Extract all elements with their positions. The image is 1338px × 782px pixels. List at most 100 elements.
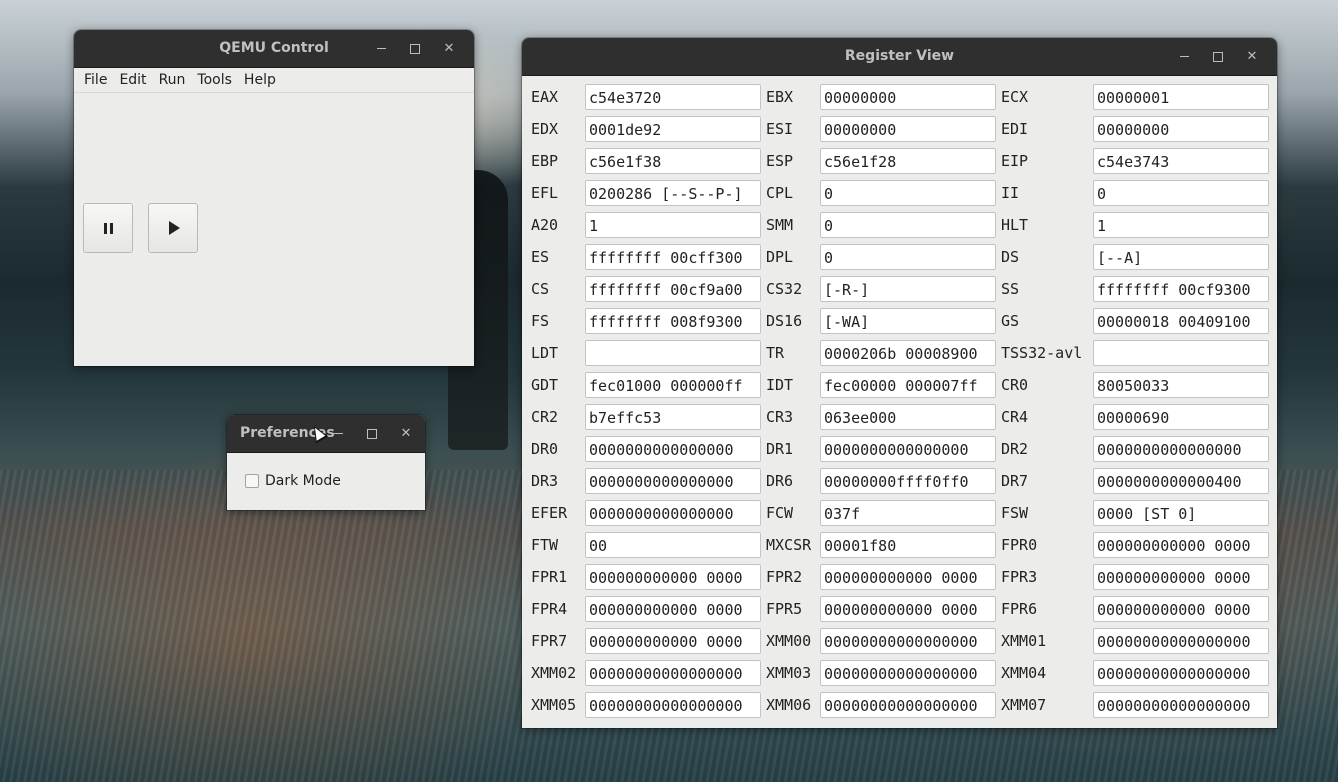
register-value-field[interactable]: 00000000ffff0ff0 [820, 468, 996, 494]
menu-help[interactable]: Help [238, 68, 282, 92]
register-value-field[interactable]: [--A] [1093, 244, 1269, 270]
register-label: FPR5 [766, 600, 803, 618]
register-value-field[interactable]: 1 [1093, 212, 1269, 238]
register-value-field[interactable]: 000000000000 0000 [820, 564, 996, 590]
register-value-field[interactable]: 00000000 [820, 84, 996, 110]
register-value-field[interactable]: 0 [1093, 180, 1269, 206]
register-value-field[interactable]: 0000206b 00008900 [820, 340, 996, 366]
register-value-field[interactable]: 000000000000 0000 [820, 596, 996, 622]
register-label: TR [766, 344, 785, 362]
register-label: FPR7 [531, 632, 568, 650]
register-row: DR3 0000000000000000 DR6 00000000ffff0ff0 DR… [531, 467, 1271, 499]
register-value-field[interactable]: 0000000000000000 [1093, 436, 1269, 462]
minimize-icon [1179, 56, 1189, 57]
dark-mode-option[interactable]: Dark Mode [245, 473, 341, 489]
register-value-field[interactable]: 00000000000000000 [820, 660, 996, 686]
qemu-control-titlebar[interactable]: QEMU Control ✕ [74, 30, 474, 68]
register-value: c56e1f28 [824, 153, 897, 171]
maximize-button[interactable] [355, 422, 389, 446]
register-value-field[interactable]: 00000000000000000 [820, 692, 996, 718]
register-value-field[interactable]: ffffffff 00cff300 [585, 244, 761, 270]
register-label: SS [1001, 280, 1020, 298]
register-value-field[interactable]: 00000000000000000 [820, 628, 996, 654]
register-value-field[interactable]: 0000000000000000 [585, 468, 761, 494]
pause-button[interactable] [83, 203, 133, 253]
register-value: 000000000000 0000 [589, 601, 743, 619]
register-value-field[interactable]: 1 [585, 212, 761, 238]
register-value-field[interactable]: c54e3720 [585, 84, 761, 110]
register-row: XMM02 00000000000000000 XMM03 0000000000000… [531, 659, 1271, 691]
register-value-field[interactable]: 0 [820, 180, 996, 206]
register-value-field[interactable]: 0200286 [--S--P-] [585, 180, 761, 206]
register-value-field[interactable]: [-WA] [820, 308, 996, 334]
register-value-field[interactable]: 00000000 [1093, 116, 1269, 142]
register-value-field[interactable]: [-R-] [820, 276, 996, 302]
register-value: 00000000000000000 [1097, 697, 1251, 715]
minimize-button[interactable] [364, 37, 398, 61]
register-label: XMM03 [766, 664, 812, 682]
close-button[interactable]: ✕ [389, 422, 423, 446]
register-value-field[interactable]: 000000000000 0000 [585, 596, 761, 622]
register-value-field[interactable]: ffffffff 00cf9300 [1093, 276, 1269, 302]
register-value-field[interactable]: 80050033 [1093, 372, 1269, 398]
register-value-field[interactable]: 000000000000 0000 [585, 628, 761, 654]
register-label: DR7 [1001, 472, 1029, 490]
register-value-field[interactable]: 000000000000 0000 [1093, 596, 1269, 622]
register-label: DS [1001, 248, 1020, 266]
register-value-field[interactable]: 0001de92 [585, 116, 761, 142]
register-value-field[interactable]: b7effc53 [585, 404, 761, 430]
register-value-field[interactable]: 00000000000000000 [1093, 660, 1269, 686]
register-value-field[interactable]: 0000000000000000 [820, 436, 996, 462]
register-label: EIP [1001, 152, 1029, 170]
register-value-field[interactable]: c54e3743 [1093, 148, 1269, 174]
register-value-field[interactable]: 0 [820, 212, 996, 238]
register-value-field[interactable]: 00000000000000000 [1093, 692, 1269, 718]
register-value: 00000000 [1097, 121, 1170, 139]
register-value-field[interactable]: 00001f80 [820, 532, 996, 558]
register-value-field[interactable]: 000000000000 0000 [1093, 564, 1269, 590]
close-button[interactable]: ✕ [1235, 45, 1269, 69]
register-value: ffffffff 008f9300 [589, 313, 743, 331]
menu-file[interactable]: File [78, 68, 113, 92]
dark-mode-checkbox[interactable] [245, 474, 259, 488]
minimize-button[interactable] [1167, 45, 1201, 69]
maximize-button[interactable] [1201, 45, 1235, 69]
menu-edit[interactable]: Edit [113, 68, 152, 92]
register-label: ES [531, 248, 550, 266]
register-value-field[interactable]: 00000690 [1093, 404, 1269, 430]
register-value-field[interactable]: 0 [820, 244, 996, 270]
register-value-field[interactable]: fec00000 000007ff [820, 372, 996, 398]
register-value: 0 [824, 249, 834, 267]
register-value-field[interactable]: 00000000000000000 [585, 692, 761, 718]
qemu-control-window: QEMU Control ✕ File Edit Run Tools Help [74, 30, 474, 366]
register-value-field[interactable]: 00000000000000000 [585, 660, 761, 686]
close-button[interactable]: ✕ [432, 37, 466, 61]
register-value-field[interactable]: 0000000000000000 [585, 436, 761, 462]
register-value-field[interactable]: 00 [585, 532, 761, 558]
register-value-field[interactable]: 00000000000000000 [1093, 628, 1269, 654]
register-value-field[interactable]: c56e1f38 [585, 148, 761, 174]
maximize-button[interactable] [398, 37, 432, 61]
register-value-field[interactable]: c56e1f28 [820, 148, 996, 174]
register-value-field[interactable]: ffffffff 008f9300 [585, 308, 761, 334]
register-value-field[interactable]: ffffffff 00cf9a00 [585, 276, 761, 302]
register-value-field[interactable]: 000000000000 0000 [585, 564, 761, 590]
register-value-field[interactable]: 00000001 [1093, 84, 1269, 110]
register-value-field[interactable]: 0000000000000400 [1093, 468, 1269, 494]
register-value-field[interactable] [1093, 340, 1269, 366]
menu-run[interactable]: Run [153, 68, 192, 92]
register-value-field[interactable]: 063ee000 [820, 404, 996, 430]
register-value-field[interactable]: fec01000 000000ff [585, 372, 761, 398]
register-value-field[interactable]: 037f [820, 500, 996, 526]
register-value-field[interactable]: 000000000000 0000 [1093, 532, 1269, 558]
register-value-field[interactable]: 0000000000000000 [585, 500, 761, 526]
register-label: CS32 [766, 280, 803, 298]
register-value-field[interactable]: 0000 [ST 0] [1093, 500, 1269, 526]
register-value-field[interactable]: 00000018 00409100 [1093, 308, 1269, 334]
menu-tools[interactable]: Tools [191, 68, 238, 92]
register-value-field[interactable] [585, 340, 761, 366]
register-label: CR0 [1001, 376, 1029, 394]
register-value-field[interactable]: 00000000 [820, 116, 996, 142]
play-button[interactable] [148, 203, 198, 253]
register-view-titlebar[interactable]: Register View ✕ [522, 38, 1277, 76]
